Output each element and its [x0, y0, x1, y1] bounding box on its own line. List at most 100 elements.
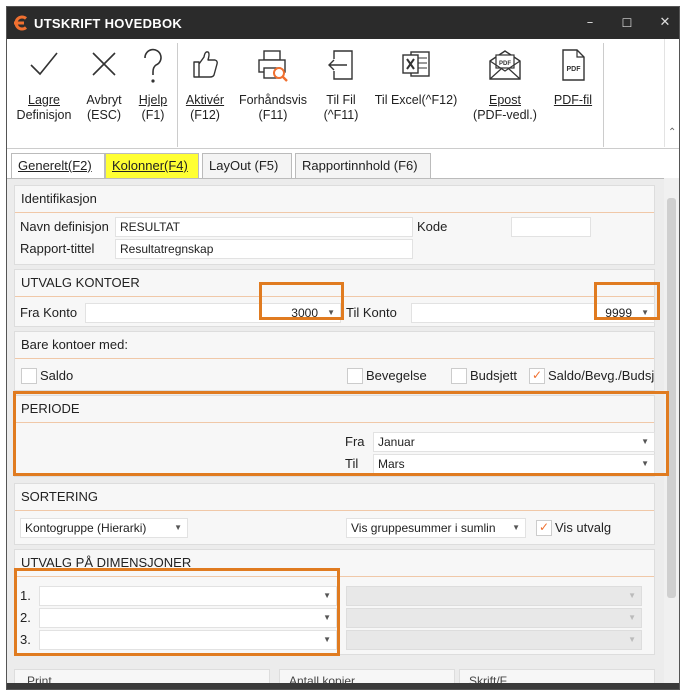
lagre-label: Lagre	[28, 93, 60, 107]
saldo-label: Saldo	[40, 368, 74, 383]
aktiver-button[interactable]: Aktivér (F12)	[181, 39, 229, 147]
rapport-tittel-label: Rapport-tittel	[20, 241, 95, 256]
dimensjon-row-label: 3.	[20, 632, 31, 647]
maximize-button[interactable]: ☐	[616, 13, 638, 33]
forhandsvis-button[interactable]: Forhåndsvis (F11)	[233, 39, 313, 147]
chevron-down-icon: ▼	[641, 437, 649, 446]
pdf-fil-button[interactable]: PDF PDF-fil	[545, 39, 601, 147]
app-window: UTSKRIFT HOVEDBOK – ☐ ✕ Lagre Definisjon …	[6, 6, 680, 690]
window-title: UTSKRIFT HOVEDBOK	[34, 16, 183, 31]
hjelp-button[interactable]: Hjelp (F1)	[131, 39, 175, 147]
export-file-icon	[328, 50, 353, 80]
utvalg-kontoer-panel: UTVALG KONTOER Fra Konto 3000 ▼ Til Konto…	[14, 269, 655, 327]
vis-utvalg-checkbox[interactable]	[536, 520, 552, 536]
chevron-down-icon: ▼	[628, 635, 636, 644]
identifikasjon-panel: Identifikasjon Navn definisjon RESULTAT …	[14, 185, 655, 265]
bare-kontoer-header: Bare kontoer med:	[15, 332, 654, 359]
chevron-down-icon: ▼	[174, 523, 182, 532]
identifikasjon-header: Identifikasjon	[15, 186, 654, 213]
sortering-value: Kontogruppe (Hierarki)	[25, 521, 147, 535]
bare-kontoer-panel: Bare kontoer med: Saldo Bevegelse Budsje…	[14, 331, 655, 391]
chevron-down-icon: ▼	[323, 613, 331, 622]
dimensjon-1-select[interactable]: ▼	[39, 586, 337, 606]
avbryt-label: Avbryt	[86, 93, 122, 107]
til-excel-button[interactable]: Til Excel(^F12)	[369, 39, 463, 147]
tab-layout[interactable]: LayOut (F5)	[202, 153, 292, 178]
saldo-checkbox[interactable]	[21, 368, 37, 384]
checkmark-icon	[30, 52, 58, 76]
epost-pdf-button[interactable]: PDF Epost (PDF-vedl.)	[469, 39, 541, 147]
dimensjoner-header: UTVALG PÅ DIMENSJONER	[15, 550, 654, 577]
epost-label: Epost	[489, 93, 521, 107]
gruppesummer-select[interactable]: Vis gruppesummer i sumlin ▼	[346, 518, 526, 538]
chevron-down-icon: ▼	[323, 591, 331, 600]
tab-label: Generelt(F2)	[18, 158, 92, 173]
toolbar-scrollbar[interactable]: ⌃	[664, 39, 679, 147]
tab-label: Rapportinnhold (F6)	[302, 158, 418, 173]
budsjett-checkbox[interactable]	[451, 368, 467, 384]
svg-text:PDF: PDF	[499, 61, 511, 67]
minimize-button[interactable]: –	[579, 13, 601, 33]
pdf-file-icon: PDF	[562, 49, 585, 81]
periode-fra-select[interactable]: Januar ▼	[373, 432, 655, 452]
question-icon	[144, 48, 162, 83]
lagre-definisjon-button[interactable]: Lagre Definisjon	[11, 39, 77, 147]
til-fil-label: Til Fil	[326, 93, 356, 107]
vertical-scrollbar[interactable]	[664, 178, 679, 689]
chevron-down-icon: ▼	[641, 459, 649, 468]
periode-til-select[interactable]: Mars ▼	[373, 454, 655, 474]
status-strip	[7, 683, 679, 689]
tab-bar: Generelt(F2) Kolonner(F4) LayOut (F5) Ra…	[7, 149, 679, 179]
vis-utvalg-label: Vis utvalg	[555, 520, 612, 535]
avbryt-button[interactable]: Avbryt (ESC)	[79, 39, 129, 147]
printer-preview-icon	[258, 50, 288, 82]
rapport-tittel-input[interactable]: Resultatregnskap	[115, 239, 413, 259]
navn-definisjon-label: Navn definisjon	[20, 219, 109, 234]
til-konto-select[interactable]: 9999 ▼	[411, 303, 655, 323]
dimensjon-2-value: ▼	[346, 608, 642, 628]
til-fil-button[interactable]: Til Fil (^F11)	[315, 39, 367, 147]
dimensjon-3-select[interactable]: ▼	[39, 630, 337, 650]
excel-icon	[402, 51, 430, 77]
gruppesummer-value: Vis gruppesummer i sumlin	[351, 521, 496, 535]
scrollbar-thumb[interactable]	[667, 198, 676, 598]
sortering-select[interactable]: Kontogruppe (Hierarki) ▼	[20, 518, 188, 538]
bevegelse-checkbox[interactable]	[347, 368, 363, 384]
thumbs-up-icon	[193, 51, 218, 78]
hjelp-label: Hjelp	[138, 93, 168, 107]
til-excel-label: Til Excel(^F12)	[374, 93, 458, 107]
chevron-down-icon: ▼	[509, 519, 520, 537]
app-logo-icon	[14, 15, 27, 31]
kode-input[interactable]	[511, 217, 591, 237]
dimensjon-2-select[interactable]: ▼	[39, 608, 337, 628]
tab-label: LayOut (F5)	[209, 158, 279, 173]
chevron-down-icon: ▼	[628, 591, 636, 600]
til-konto-value: 9999	[605, 306, 632, 320]
saldo-bevg-budsj-checkbox[interactable]	[529, 368, 545, 384]
utvalg-kontoer-header: UTVALG KONTOER	[15, 270, 654, 297]
avbryt-sublabel: (ESC)	[86, 108, 122, 122]
periode-til-value: Mars	[378, 457, 405, 471]
close-button[interactable]: ✕	[654, 13, 676, 33]
periode-til-label: Til	[345, 456, 359, 471]
dimensjon-3-value: ▼	[346, 630, 642, 650]
sortering-panel: SORTERING Kontogruppe (Hierarki) ▼ Vis gr…	[14, 483, 655, 545]
tab-kolonner[interactable]: Kolonner(F4)	[105, 153, 199, 178]
fra-konto-select[interactable]: 3000 ▼	[85, 303, 341, 323]
aktiver-label: Aktivér	[185, 93, 225, 107]
tab-rapportinnhold[interactable]: Rapportinnhold (F6)	[295, 153, 431, 178]
form-content: Identifikasjon Navn definisjon RESULTAT …	[7, 178, 664, 689]
periode-fra-value: Januar	[378, 435, 415, 449]
dimensjon-1-value: ▼	[346, 586, 642, 606]
navn-definisjon-input[interactable]: RESULTAT	[115, 217, 413, 237]
epost-sublabel: (PDF-vedl.)	[473, 108, 537, 122]
periode-header: PERIODE	[15, 396, 654, 423]
forhandsvis-sublabel: (F11)	[258, 108, 288, 122]
til-konto-label: Til Konto	[346, 305, 397, 320]
til-fil-sublabel: (^F11)	[323, 108, 359, 122]
pdf-fil-label: PDF-fil	[553, 93, 593, 107]
dimensjoner-panel: UTVALG PÅ DIMENSJONER 1. ▼ ▼ 2. ▼ ▼ 3. ▼…	[14, 549, 655, 655]
dimensjon-row-label: 1.	[20, 588, 31, 603]
tab-generelt[interactable]: Generelt(F2)	[11, 153, 105, 179]
aktiver-sublabel: (F12)	[190, 108, 220, 122]
